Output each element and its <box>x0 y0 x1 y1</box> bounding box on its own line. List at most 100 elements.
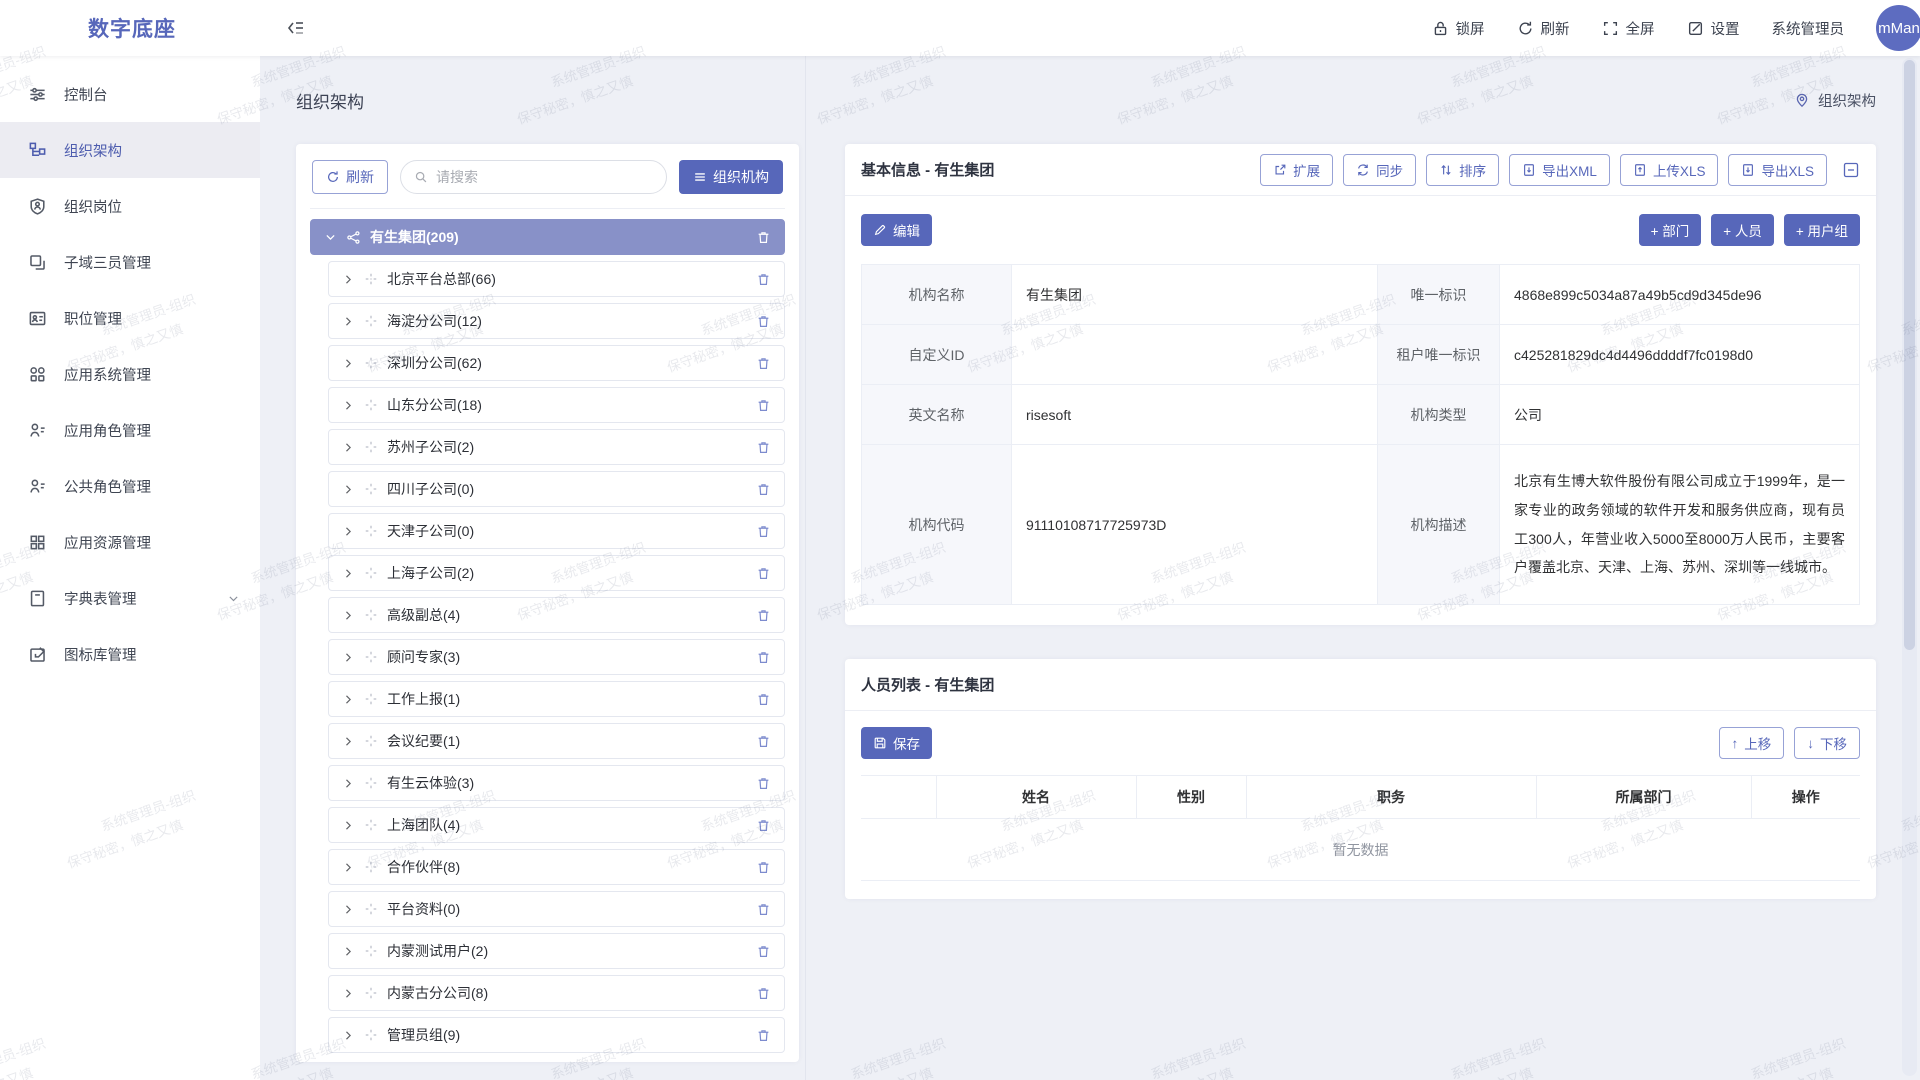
sync-button[interactable]: 同步 <box>1343 154 1416 186</box>
chevron-right-icon[interactable] <box>342 399 355 412</box>
menu-fold-icon[interactable] <box>286 18 306 38</box>
edit-button[interactable]: 编辑 <box>861 214 932 246</box>
delete-node-button[interactable] <box>754 1026 772 1044</box>
chevron-right-icon[interactable] <box>342 609 355 622</box>
sidebar-item-app-system-mgmt[interactable]: 应用系统管理 <box>0 346 260 402</box>
tree-node[interactable]: 上海子公司(2) <box>328 555 785 591</box>
tree-node[interactable]: 内蒙测试用户(2) <box>328 933 785 969</box>
tree-node-root[interactable]: 有生集团(209) <box>310 219 785 255</box>
delete-node-button[interactable] <box>754 648 772 666</box>
delete-node-button[interactable] <box>754 312 772 330</box>
export-xls-button[interactable]: 导出XLS <box>1728 154 1827 186</box>
delete-node-button[interactable] <box>754 942 772 960</box>
chevron-right-icon[interactable] <box>342 651 355 664</box>
sidebar-item-org-structure[interactable]: 组织架构 <box>0 122 260 178</box>
delete-node-button[interactable] <box>754 228 772 246</box>
sidebar-item-position-mgmt[interactable]: 职位管理 <box>0 290 260 346</box>
delete-node-button[interactable] <box>754 774 772 792</box>
tree-node[interactable]: 管理员组(9) <box>328 1017 785 1053</box>
refresh-page-button[interactable]: 刷新 <box>1517 18 1570 39</box>
tree-node[interactable]: 海淀分公司(12) <box>328 303 785 339</box>
avatar[interactable]: mMan <box>1876 5 1920 51</box>
chevron-right-icon[interactable] <box>342 903 355 916</box>
tree-node[interactable]: 深圳分公司(62) <box>328 345 785 381</box>
drag-handle-icon[interactable] <box>364 902 378 916</box>
drag-handle-icon[interactable] <box>364 608 378 622</box>
sidebar-item-org-post[interactable]: 子域三员管理 组织岗位 <box>0 178 260 234</box>
tree-node[interactable]: 工作上报(1) <box>328 681 785 717</box>
lock-screen-button[interactable]: 锁屏 <box>1432 18 1485 39</box>
chevron-right-icon[interactable] <box>342 777 355 790</box>
drag-handle-icon[interactable] <box>364 440 378 454</box>
drag-handle-icon[interactable] <box>364 314 378 328</box>
save-button[interactable]: 保存 <box>861 727 932 759</box>
tree-search-input[interactable] <box>436 169 653 185</box>
chevron-right-icon[interactable] <box>342 861 355 874</box>
tree-refresh-button[interactable]: 刷新 <box>312 160 388 194</box>
tree-node[interactable]: 天津子公司(0) <box>328 513 785 549</box>
delete-node-button[interactable] <box>754 354 772 372</box>
drag-handle-icon[interactable] <box>364 692 378 706</box>
add-person-button[interactable]: + 人员 <box>1711 214 1774 246</box>
drag-handle-icon[interactable] <box>364 986 378 1000</box>
delete-node-button[interactable] <box>754 858 772 876</box>
page-scrollbar-thumb[interactable] <box>1904 60 1915 650</box>
current-user-name[interactable]: 系统管理员 <box>1772 18 1845 39</box>
drag-handle-icon[interactable] <box>364 524 378 538</box>
drag-handle-icon[interactable] <box>364 818 378 832</box>
drag-handle-icon[interactable] <box>364 944 378 958</box>
add-usergroup-button[interactable]: + 用户组 <box>1784 214 1860 246</box>
chevron-right-icon[interactable] <box>342 525 355 538</box>
delete-node-button[interactable] <box>754 984 772 1002</box>
export-xml-button[interactable]: 导出XML <box>1509 154 1610 186</box>
sidebar-item-app-resource-mgmt[interactable]: 应用资源管理 <box>0 514 260 570</box>
expand-button[interactable]: 扩展 <box>1260 154 1333 186</box>
chevron-down-icon[interactable] <box>324 231 337 244</box>
delete-node-button[interactable] <box>754 522 772 540</box>
settings-button[interactable]: 设置 <box>1687 18 1740 39</box>
fullscreen-button[interactable]: 全屏 <box>1602 18 1655 39</box>
upload-xls-button[interactable]: 上传XLS <box>1620 154 1719 186</box>
org-structure-switch-button[interactable]: 组织机构 <box>679 160 783 194</box>
tree-node[interactable]: 有生云体验(3) <box>328 765 785 801</box>
drag-handle-icon[interactable] <box>364 776 378 790</box>
tree-node[interactable]: 高级副总(4) <box>328 597 785 633</box>
drag-handle-icon[interactable] <box>364 566 378 580</box>
tree-node[interactable]: 山东分公司(18) <box>328 387 785 423</box>
sidebar-item-icon-library[interactable]: 图标库管理 <box>0 626 260 682</box>
chevron-right-icon[interactable] <box>342 357 355 370</box>
move-up-button[interactable]: ↑ 上移 <box>1719 727 1785 759</box>
tree-node[interactable]: 内蒙古分公司(8) <box>328 975 785 1011</box>
tree-node[interactable]: 北京平台总部(66) <box>328 261 785 297</box>
tree-node[interactable]: 会议纪要(1) <box>328 723 785 759</box>
chevron-right-icon[interactable] <box>342 945 355 958</box>
tree-node[interactable]: 顾问专家(3) <box>328 639 785 675</box>
sidebar-item-app-role-mgmt[interactable]: 应用角色管理 <box>0 402 260 458</box>
drag-handle-icon[interactable] <box>364 860 378 874</box>
move-down-button[interactable]: ↓ 下移 <box>1794 727 1860 759</box>
sidebar-item-public-role-mgmt[interactable]: 公共角色管理 <box>0 458 260 514</box>
drag-handle-icon[interactable] <box>364 356 378 370</box>
collapse-panel-icon[interactable] <box>1842 161 1860 179</box>
delete-node-button[interactable] <box>754 270 772 288</box>
chevron-right-icon[interactable] <box>342 483 355 496</box>
drag-handle-icon[interactable] <box>364 272 378 286</box>
chevron-right-icon[interactable] <box>342 567 355 580</box>
chevron-right-icon[interactable] <box>342 819 355 832</box>
sidebar-item-dictionary-mgmt[interactable]: 字典表管理 <box>0 570 260 626</box>
tree-node[interactable]: 合作伙伴(8) <box>328 849 785 885</box>
chevron-right-icon[interactable] <box>342 441 355 454</box>
sidebar-item-console[interactable]: 控制台 <box>0 66 260 122</box>
drag-handle-icon[interactable] <box>364 482 378 496</box>
chevron-right-icon[interactable] <box>342 693 355 706</box>
tree-node[interactable]: 苏州子公司(2) <box>328 429 785 465</box>
delete-node-button[interactable] <box>754 438 772 456</box>
chevron-right-icon[interactable] <box>342 987 355 1000</box>
delete-node-button[interactable] <box>754 732 772 750</box>
delete-node-button[interactable] <box>754 396 772 414</box>
chevron-right-icon[interactable] <box>342 273 355 286</box>
tree-node[interactable]: 平台资料(0) <box>328 891 785 927</box>
delete-node-button[interactable] <box>754 564 772 582</box>
drag-handle-icon[interactable] <box>364 734 378 748</box>
sidebar-item-subdomain-admins[interactable]: 子域三员管理 <box>0 234 260 290</box>
